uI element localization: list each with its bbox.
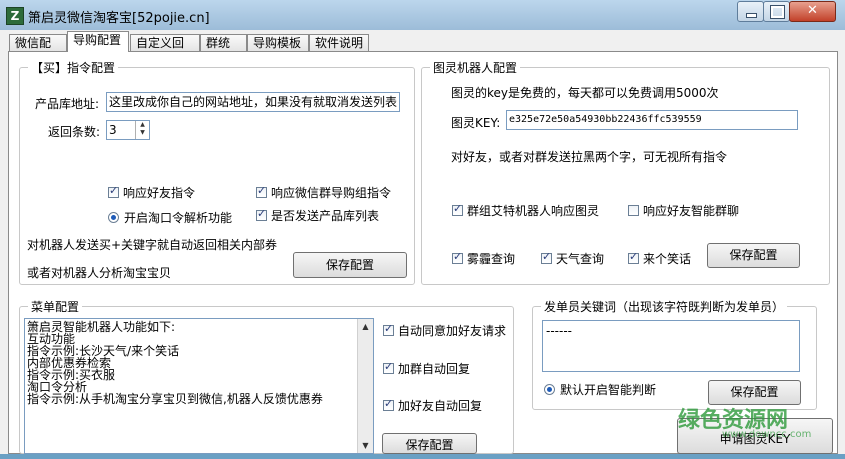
- sender-keyword-value: ------: [546, 324, 572, 338]
- smart-detect-label: 默认开启智能判断: [560, 383, 657, 397]
- tuling-save-button[interactable]: 保存配置: [707, 243, 800, 268]
- respond-group-label: 响应微信群导购组指令: [271, 186, 392, 200]
- scroll-down-icon[interactable]: ▼: [358, 438, 373, 453]
- joke-checkbox[interactable]: 来个笑话: [628, 250, 691, 267]
- group-at-label: 群组艾特机器人响应图灵: [467, 204, 600, 218]
- tuling-key-input[interactable]: e325e72e50a54930bb22436ffc539559: [506, 110, 798, 130]
- tuling-key-label: 图灵KEY:: [451, 116, 501, 130]
- group-reply-checkbox[interactable]: 加群自动回复: [383, 360, 470, 377]
- chevron-down-icon[interactable]: ▼: [136, 129, 149, 137]
- close-icon: ✕: [807, 3, 818, 18]
- tuling-config-legend: 图灵机器人配置: [430, 59, 521, 76]
- weather-query-label: 天气查询: [556, 252, 605, 266]
- watermark-url: www.downcc.com: [722, 429, 812, 440]
- respond-friend-checkbox[interactable]: 响应好友指令: [108, 184, 195, 201]
- checkbox-checked-icon: [383, 322, 394, 336]
- send-list-label: 是否发送产品库列表: [271, 209, 380, 223]
- checkbox-checked-icon: [256, 184, 267, 198]
- tab-software-info[interactable]: 软件说明: [309, 34, 369, 51]
- title-bar: Z 箫启灵微信淘客宝[52pojie.cn] ✕: [0, 0, 845, 30]
- checkbox-checked-icon: [383, 397, 394, 411]
- friend-reply-checkbox[interactable]: 加好友自动回复: [383, 397, 482, 414]
- return-count-stepper[interactable]: 3 ▲ ▼: [106, 120, 150, 140]
- minimize-icon: [746, 13, 757, 18]
- checkbox-checked-icon: [452, 202, 463, 216]
- tuling-intro: 图灵的key是免费的，每天都可以免费调用5000次: [451, 86, 719, 100]
- checkbox-checked-icon: [541, 250, 552, 264]
- respond-group-checkbox[interactable]: 响应微信群导购组指令: [256, 184, 391, 201]
- menu-text-area[interactable]: 箫启灵智能机器人功能如下: 互动功能 指令示例:长沙天气/来个笑话 内部优惠券检…: [24, 318, 374, 454]
- tab-shopping-config[interactable]: 导购配置: [67, 31, 129, 52]
- menu-save-button[interactable]: 保存配置: [382, 433, 477, 454]
- command-config-legend: 【买】指令配置: [28, 59, 119, 76]
- checkbox-checked-icon: [452, 250, 463, 264]
- tab-custom-reply[interactable]: 自定义回复: [130, 34, 200, 66]
- tab-group-stats[interactable]: 群统计: [200, 34, 247, 66]
- menu-line: 指令示例:从手机淘宝分享宝贝到微信,机器人反馈优惠券: [27, 392, 323, 406]
- friend-chat-label: 响应好友智能群聊: [643, 204, 740, 218]
- maximize-button[interactable]: [763, 1, 790, 22]
- radio-selected-icon: [108, 212, 119, 223]
- taobao-parse-label: 开启淘口令解析功能: [124, 211, 233, 225]
- app-icon: Z: [6, 7, 24, 25]
- sender-config-legend: 发单员关键词（出现该字符既判断为发单员）: [541, 298, 788, 315]
- radio-selected-icon: [544, 384, 555, 395]
- checkbox-checked-icon: [628, 250, 639, 264]
- window-title: 箫启灵微信淘客宝[52pojie.cn]: [28, 11, 210, 26]
- command-info-line2: 或者对机器人分析淘宝宝贝: [27, 266, 172, 280]
- checkbox-unchecked-icon: [628, 205, 639, 216]
- chevron-up-icon[interactable]: ▲: [136, 121, 149, 129]
- taobao-parse-radio[interactable]: 开启淘口令解析功能: [108, 209, 232, 226]
- minimize-button[interactable]: [737, 1, 764, 22]
- menu-config-legend: 菜单配置: [28, 298, 83, 315]
- joke-label: 来个笑话: [643, 252, 692, 266]
- tab-shopping-template[interactable]: 导购模板: [247, 34, 309, 51]
- maximize-icon: [770, 5, 785, 19]
- friend-chat-checkbox[interactable]: 响应好友智能群聊: [628, 202, 739, 219]
- send-list-checkbox[interactable]: 是否发送产品库列表: [256, 207, 379, 224]
- group-at-checkbox[interactable]: 群组艾特机器人响应图灵: [452, 202, 599, 219]
- respond-friend-label: 响应好友指令: [123, 186, 196, 200]
- haze-query-label: 雾霾查询: [467, 252, 516, 266]
- return-count-label: 返回条数:: [48, 125, 101, 139]
- command-info-line1: 对机器人发送买+关键字就自动返回相关内部券: [27, 238, 278, 252]
- weather-query-checkbox[interactable]: 天气查询: [541, 250, 604, 267]
- auto-accept-checkbox[interactable]: 自动同意加好友请求: [383, 322, 506, 339]
- friend-reply-label: 加好友自动回复: [398, 399, 483, 413]
- product-url-label: 产品库地址:: [35, 97, 100, 111]
- scroll-up-icon[interactable]: ▲: [358, 319, 373, 334]
- product-url-input[interactable]: 这里改成你自己的网站地址，如果没有就取消发送列表: [106, 92, 400, 112]
- return-count-value: 3: [109, 123, 117, 137]
- tab-wechat-config[interactable]: 微信配置: [9, 34, 67, 66]
- sender-keyword-input[interactable]: ------: [542, 320, 800, 372]
- stepper-arrows[interactable]: ▲ ▼: [135, 121, 149, 139]
- menu-line: 箫启灵智能机器人功能如下:: [27, 320, 176, 334]
- menu-scrollbar[interactable]: ▲ ▼: [357, 319, 373, 453]
- close-button[interactable]: ✕: [789, 1, 836, 22]
- command-save-button[interactable]: 保存配置: [293, 252, 407, 278]
- checkbox-checked-icon: [256, 207, 267, 221]
- group-reply-label: 加群自动回复: [398, 362, 471, 376]
- app-window: Z 箫启灵微信淘客宝[52pojie.cn] ✕ 微信配置 导购配置 自定义回复…: [0, 0, 845, 454]
- checkbox-checked-icon: [383, 360, 394, 374]
- smart-detect-radio[interactable]: 默认开启智能判断: [544, 381, 656, 398]
- haze-query-checkbox[interactable]: 雾霾查询: [452, 250, 515, 267]
- blacklist-note: 对好友，或者对群发送拉黑两个字，可无视所有指令: [451, 150, 728, 164]
- auto-accept-label: 自动同意加好友请求: [398, 324, 507, 338]
- checkbox-checked-icon: [108, 184, 119, 198]
